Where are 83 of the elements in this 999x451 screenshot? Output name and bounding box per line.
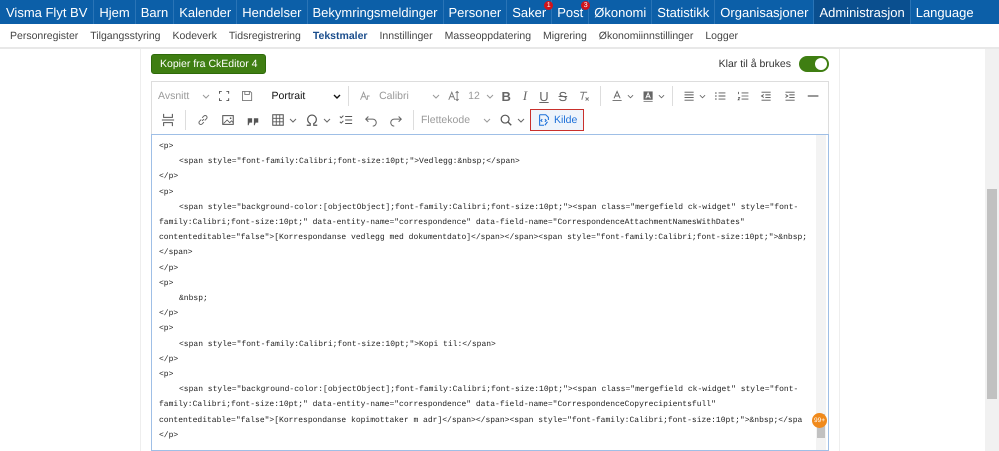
underline-button[interactable]: U bbox=[537, 88, 551, 104]
indent-icon[interactable] bbox=[784, 89, 796, 103]
toggle-label: Klar til å brukes bbox=[718, 58, 791, 70]
scrollbar[interactable] bbox=[985, 49, 999, 451]
font-icon[interactable] bbox=[358, 89, 372, 103]
strikethrough-button[interactable]: S bbox=[556, 88, 570, 104]
source-code-line: &nbsp; bbox=[178, 293, 208, 306]
source-code-line: <span style="font-family:Calibri;font-size:10pt;">Vedlegg:&nbsp;</span> bbox=[178, 156, 520, 168]
source-code-line: contenteditable="false">[Korrespondanse kopimottaker m adr]</span></span><span style="font-family:Calibri;font-size:10pt;">&nbsp;</spa bbox=[159, 414, 802, 427]
source-code-line: </p> bbox=[159, 171, 178, 184]
caret-icon[interactable] bbox=[517, 118, 525, 122]
code-icon bbox=[537, 113, 551, 127]
sub-nav-tab[interactable]: Personregister bbox=[4, 30, 84, 42]
highlight-color-icon[interactable] bbox=[642, 89, 654, 103]
image-icon[interactable] bbox=[221, 113, 235, 127]
sub-nav-tab[interactable]: Tekstmaler bbox=[306, 30, 374, 42]
nav-tab[interactable]: Administrasjon bbox=[814, 0, 911, 24]
source-code-line: contenteditable="false">[Korrespondanse vedlegg med dokumentdato]</span></span><span style="font-family:Calibri;font-size:10pt;">&nbsp; bbox=[159, 232, 808, 244]
clear-format-icon[interactable] bbox=[578, 89, 590, 103]
ready-toggle[interactable] bbox=[799, 56, 829, 72]
find-replace-icon[interactable] bbox=[499, 113, 513, 127]
source-code-line: </p> bbox=[159, 262, 178, 275]
source-code-line: <p> bbox=[159, 369, 174, 382]
sub-nav-tab[interactable]: Masseoppdatering bbox=[438, 30, 538, 42]
copy-button[interactable]: Kopier fra CkEditor 4 bbox=[151, 54, 266, 74]
source-code-line: <span style="background-color:[objectObject];font-family:Calibri;font-size:10pt;"><span class="mergefield ck-widget" style="font- bbox=[178, 202, 798, 214]
font-color-icon[interactable] bbox=[610, 89, 624, 103]
caret-icon bbox=[486, 94, 494, 98]
source-code-line: </p> bbox=[159, 430, 178, 442]
source-code-line: family:Calibri;font-size:10pt;" data-entity-name="correspondence" data-field-name="CorrespondenceCopyrecipientsfull" bbox=[159, 399, 716, 412]
source-code-line: <p> bbox=[159, 186, 174, 199]
source-code-line: <p> bbox=[159, 278, 174, 290]
table-icon[interactable] bbox=[271, 113, 285, 127]
caret-icon[interactable] bbox=[627, 94, 634, 98]
source-code-line: </p> bbox=[159, 308, 178, 320]
source-code-line: <p> bbox=[159, 141, 174, 153]
page-break-icon[interactable] bbox=[161, 113, 175, 127]
sub-nav-tab[interactable]: Tidsregistrering bbox=[222, 30, 307, 42]
todo-list-icon[interactable] bbox=[339, 113, 353, 127]
align-icon[interactable] bbox=[683, 89, 696, 103]
numbered-list-icon[interactable] bbox=[737, 89, 750, 103]
caret-icon bbox=[483, 118, 491, 122]
brand-name[interactable]: Visma Flyt BV bbox=[0, 0, 94, 24]
source-code-line: family:Calibri;font-size:10pt;" data-entity-name="correspondence" data-field-name="CorrespondenceAttachmentNamesWithDates" bbox=[159, 217, 745, 230]
sub-nav-tab[interactable]: Migrering bbox=[537, 30, 593, 42]
save-icon[interactable] bbox=[241, 89, 254, 103]
nav-tab[interactable]: Kalender bbox=[174, 0, 238, 24]
outdent-icon[interactable] bbox=[760, 89, 773, 103]
nav-tab[interactable]: Hendelser bbox=[237, 0, 308, 24]
nav-tab[interactable]: Bekymringsmeldinger bbox=[308, 0, 444, 24]
orientation-dropdown[interactable]: Portrait bbox=[272, 90, 342, 102]
sub-nav-tab[interactable]: Tilgangsstyring bbox=[84, 30, 167, 42]
nav-tab[interactable]: Statistikk bbox=[652, 0, 716, 24]
nav-tab[interactable]: Barn bbox=[136, 0, 174, 24]
caret-icon bbox=[333, 94, 342, 98]
caret-icon[interactable] bbox=[658, 94, 666, 98]
italic-button[interactable]: I bbox=[518, 88, 532, 104]
special-characters-icon[interactable] bbox=[305, 113, 319, 127]
bold-button[interactable]: B bbox=[499, 88, 514, 104]
language-link[interactable]: Language bbox=[910, 0, 979, 24]
scrollbar[interactable] bbox=[816, 135, 826, 450]
nav-tab[interactable]: Økonomi bbox=[589, 0, 652, 24]
sub-nav-tab[interactable]: Kodeverk bbox=[166, 30, 223, 42]
caret-icon bbox=[202, 94, 210, 98]
caret-icon[interactable] bbox=[289, 118, 297, 122]
sub-nav-tab[interactable]: Innstillinger bbox=[374, 30, 439, 42]
fullscreen-icon[interactable] bbox=[218, 89, 230, 103]
sub-nav-tab[interactable]: Økonomiinnstillinger bbox=[592, 30, 700, 42]
source-code-line: </p> bbox=[159, 354, 178, 366]
caret-icon bbox=[432, 94, 440, 98]
source-code-line: </span> bbox=[159, 247, 193, 260]
nav-tab[interactable]: Hjem bbox=[94, 0, 136, 24]
font-size-icon[interactable] bbox=[448, 89, 460, 103]
source-button[interactable]: Kilde bbox=[530, 109, 584, 131]
sub-nav-tab[interactable]: Logger bbox=[699, 30, 744, 42]
source-code-line: <span style="font-family:Calibri;font-size:10pt;">Kopi til:</span> bbox=[178, 338, 496, 351]
nav-tab[interactable]: Personer bbox=[444, 0, 508, 24]
caret-icon[interactable] bbox=[323, 118, 331, 122]
source-editor[interactable] bbox=[151, 134, 829, 451]
source-code-line: <p> bbox=[159, 323, 174, 336]
link-icon[interactable] bbox=[196, 113, 210, 127]
source-code-line: <span style="background-color:[objectObject];font-family:Calibri;font-size:10pt;"><span class="mergefield ck-widget" style="font- bbox=[178, 384, 798, 396]
caret-icon[interactable] bbox=[699, 94, 706, 98]
